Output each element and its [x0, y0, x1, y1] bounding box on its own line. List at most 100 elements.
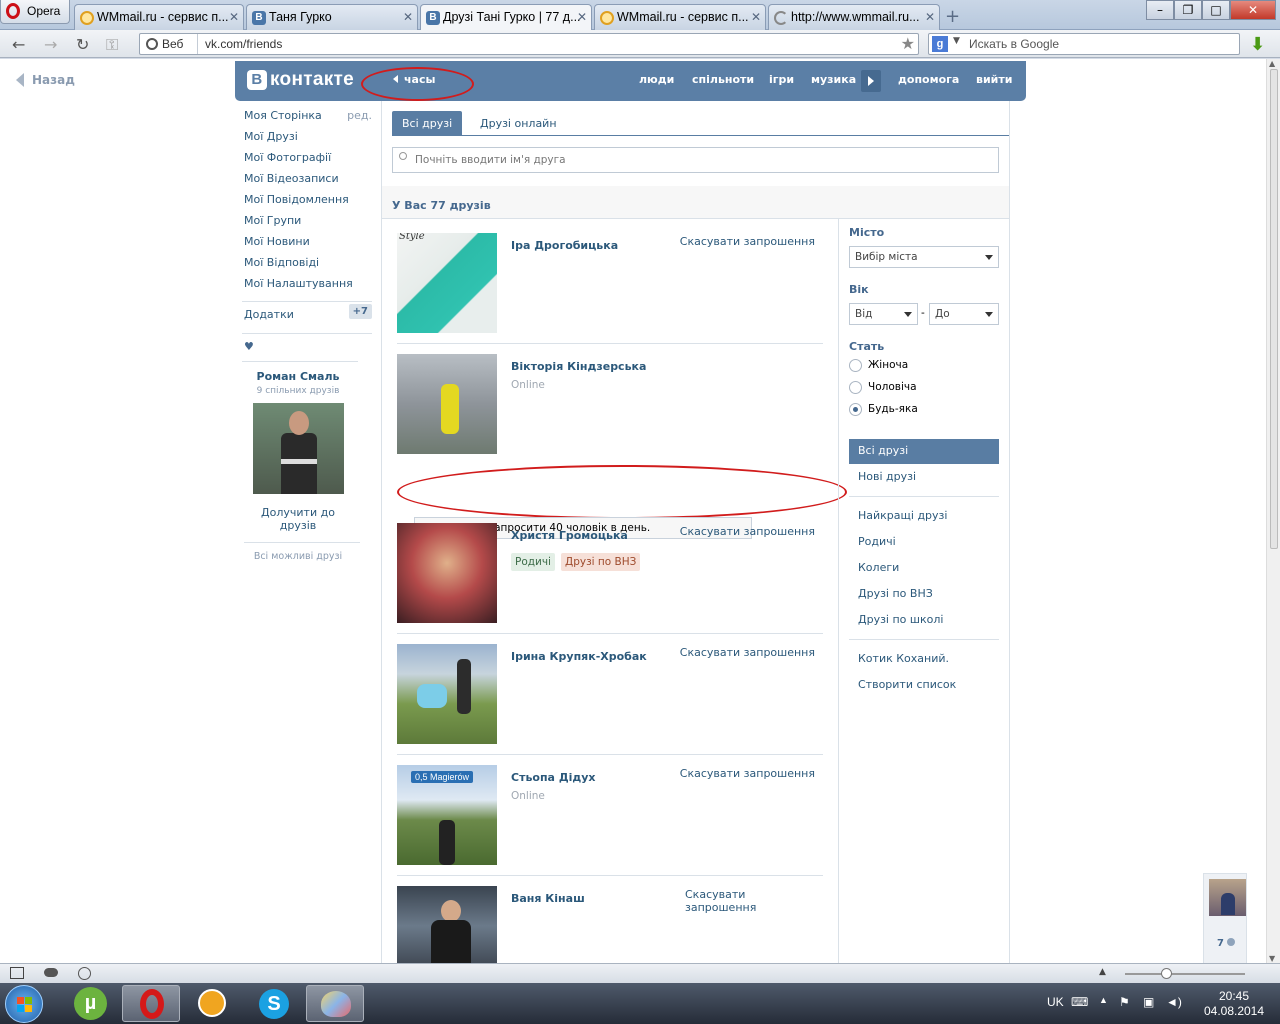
cancel-request-link[interactable]: Скасувати запрошення	[680, 525, 815, 538]
chevron-down-icon[interactable]: ▼	[953, 36, 960, 46]
menu-my-news[interactable]: Мої Новини	[244, 235, 372, 256]
friend-avatar[interactable]: 0,5 Magierów	[397, 765, 497, 865]
friend-name[interactable]: Ірина Крупяк-Хробак	[511, 650, 647, 663]
friend-avatar[interactable]	[397, 644, 497, 744]
city-select[interactable]: Вибір міста	[849, 246, 999, 268]
nav-music[interactable]: музика	[811, 73, 856, 86]
zoom-slider-knob[interactable]	[1161, 968, 1172, 979]
tab-close-icon[interactable]: ✕	[403, 10, 413, 24]
friend-avatar[interactable]	[397, 523, 497, 623]
list-custom[interactable]: Котик Коханий.	[849, 647, 999, 672]
back-arrow-icon[interactable]: ←	[12, 35, 25, 54]
chat-online-count[interactable]: 7	[1217, 938, 1235, 949]
forward-arrow-icon[interactable]: →	[44, 35, 57, 54]
minimize-icon[interactable]: –	[1146, 0, 1174, 20]
menu-apps[interactable]: Додатки +7	[244, 304, 372, 330]
vertical-scrollbar[interactable]: ▲ ▼	[1266, 59, 1280, 963]
new-tab-icon[interactable]: +	[945, 6, 960, 27]
tab-close-icon[interactable]: ✕	[925, 10, 935, 24]
friend-avatar[interactable]: Style	[397, 233, 497, 333]
zoom-up-icon[interactable]: ▲	[1099, 967, 1106, 977]
chat-widget[interactable]: 7	[1203, 873, 1247, 963]
reload-icon[interactable]: ↻	[76, 35, 89, 54]
google-icon[interactable]: g	[932, 36, 948, 52]
nav-communities[interactable]: спільноти	[692, 73, 754, 86]
scroll-down-icon[interactable]: ▼	[1269, 954, 1275, 963]
friend-name[interactable]: Стьопа Дідух	[511, 771, 596, 784]
chat-avatar[interactable]	[1209, 879, 1246, 916]
cloud-icon[interactable]	[44, 968, 58, 977]
paint-icon[interactable]	[306, 985, 364, 1022]
list-best-friends[interactable]: Найкращі друзі	[849, 504, 999, 529]
tab-close-icon[interactable]: ✕	[577, 10, 587, 24]
tag-university-friends[interactable]: Друзі по ВНЗ	[561, 553, 641, 571]
download-icon[interactable]: ⬇	[1250, 34, 1270, 55]
tab-close-icon[interactable]: ✕	[229, 10, 239, 24]
menu-my-page[interactable]: Моя Сторінка ред.	[244, 109, 372, 130]
vk-logo[interactable]: Вконтакте	[247, 69, 354, 91]
suggestion-name[interactable]: Роман Смаль	[244, 370, 352, 383]
utorrent-icon[interactable]: µ	[62, 985, 120, 1022]
skype-icon[interactable]: S	[244, 985, 302, 1022]
browser-tab[interactable]: WMmail.ru - сервис п... ✕	[74, 4, 244, 30]
keyboard-icon[interactable]: ⌨	[1071, 995, 1088, 1009]
opera-icon[interactable]	[122, 985, 180, 1022]
back-link[interactable]: Назад	[16, 73, 75, 87]
close-window-icon[interactable]: ✕	[1230, 0, 1276, 20]
create-list-link[interactable]: Створити список	[849, 673, 999, 698]
panel-toggle-icon[interactable]	[10, 967, 24, 979]
friend-search-input[interactable]: Почніть вводити ім'я друга	[392, 147, 999, 173]
search-box[interactable]: g ▼ Искать в Google	[928, 33, 1240, 55]
friend-name[interactable]: Ваня Кінаш	[511, 892, 585, 905]
nav-games[interactable]: ігри	[769, 73, 794, 86]
tab-all-friends[interactable]: Всі друзі	[392, 111, 463, 136]
edit-link[interactable]: ред.	[347, 109, 372, 122]
speed-dial-icon[interactable]	[78, 967, 91, 980]
list-all-friends[interactable]: Всі друзі	[849, 439, 999, 464]
scrollbar-thumb[interactable]	[1270, 69, 1278, 549]
cancel-request-link[interactable]: Скасувати запрошення	[680, 235, 815, 248]
opera-menu-button[interactable]: Opera	[0, 0, 70, 24]
web-badge[interactable]: Веб	[146, 37, 183, 51]
nav-help[interactable]: допомога	[898, 73, 959, 86]
language-indicator[interactable]: UK	[1047, 995, 1064, 1009]
friend-avatar[interactable]	[397, 886, 497, 963]
list-school-friends[interactable]: Друзі по школі	[849, 608, 999, 633]
url-text[interactable]: vk.com/friends	[205, 37, 282, 51]
browser-tab[interactable]: http://www.wmmail.ru... ✕	[768, 4, 940, 30]
flag-icon[interactable]: ⚑	[1119, 995, 1130, 1009]
friend-avatar[interactable]	[397, 354, 497, 454]
aimp-icon[interactable]	[183, 985, 241, 1022]
tray-expand-icon[interactable]: ▲	[1099, 995, 1108, 1005]
search-placeholder[interactable]: Искать в Google	[969, 37, 1059, 51]
friend-name[interactable]: Іра Дрогобицька	[511, 239, 618, 252]
volume-icon[interactable]: ◄)	[1166, 995, 1182, 1009]
start-button[interactable]	[5, 985, 43, 1023]
menu-my-messages[interactable]: Мої Повідомлення	[244, 193, 372, 214]
key-icon[interactable]: ⚿	[106, 35, 118, 55]
menu-my-settings[interactable]: Мої Налаштування	[244, 277, 372, 298]
nav-people[interactable]: люди	[639, 73, 674, 86]
all-suggestions-link[interactable]: Всі можливі друзі	[244, 551, 352, 562]
address-bar[interactable]: Веб vk.com/friends ★	[139, 33, 919, 55]
tab-close-icon[interactable]: ✕	[751, 10, 761, 24]
browser-tab[interactable]: B Таня Гурко ✕	[246, 4, 418, 30]
nav-logout[interactable]: вийти	[976, 73, 1012, 86]
maximize-icon[interactable]: □	[1202, 0, 1230, 20]
scroll-up-icon[interactable]: ▲	[1269, 59, 1275, 68]
tag-relatives[interactable]: Родичі	[511, 553, 555, 571]
zoom-slider[interactable]	[1125, 973, 1245, 975]
friend-name[interactable]: Христя Громоцька	[511, 529, 628, 542]
browser-tab-active[interactable]: B Друзі Тані Гурко | 77 д... ✕	[420, 4, 592, 31]
list-colleagues[interactable]: Колеги	[849, 556, 999, 581]
suggestion-avatar[interactable]	[252, 403, 344, 494]
add-friend-link[interactable]: Долучити до друзів	[244, 506, 352, 532]
menu-my-friends[interactable]: Мої Друзі	[244, 130, 372, 151]
bookmark-star-icon[interactable]: ★	[901, 34, 915, 53]
restore-icon[interactable]: ❐	[1174, 0, 1202, 20]
menu-my-videos[interactable]: Мої Відеозаписи	[244, 172, 372, 193]
cancel-request-link[interactable]: Скасувати запрошення	[680, 767, 815, 780]
network-icon[interactable]: ▣	[1143, 995, 1154, 1009]
friend-name[interactable]: Вікторія Кіндзерська	[511, 360, 646, 373]
browser-tab[interactable]: WMmail.ru - сервис п... ✕	[594, 4, 766, 30]
